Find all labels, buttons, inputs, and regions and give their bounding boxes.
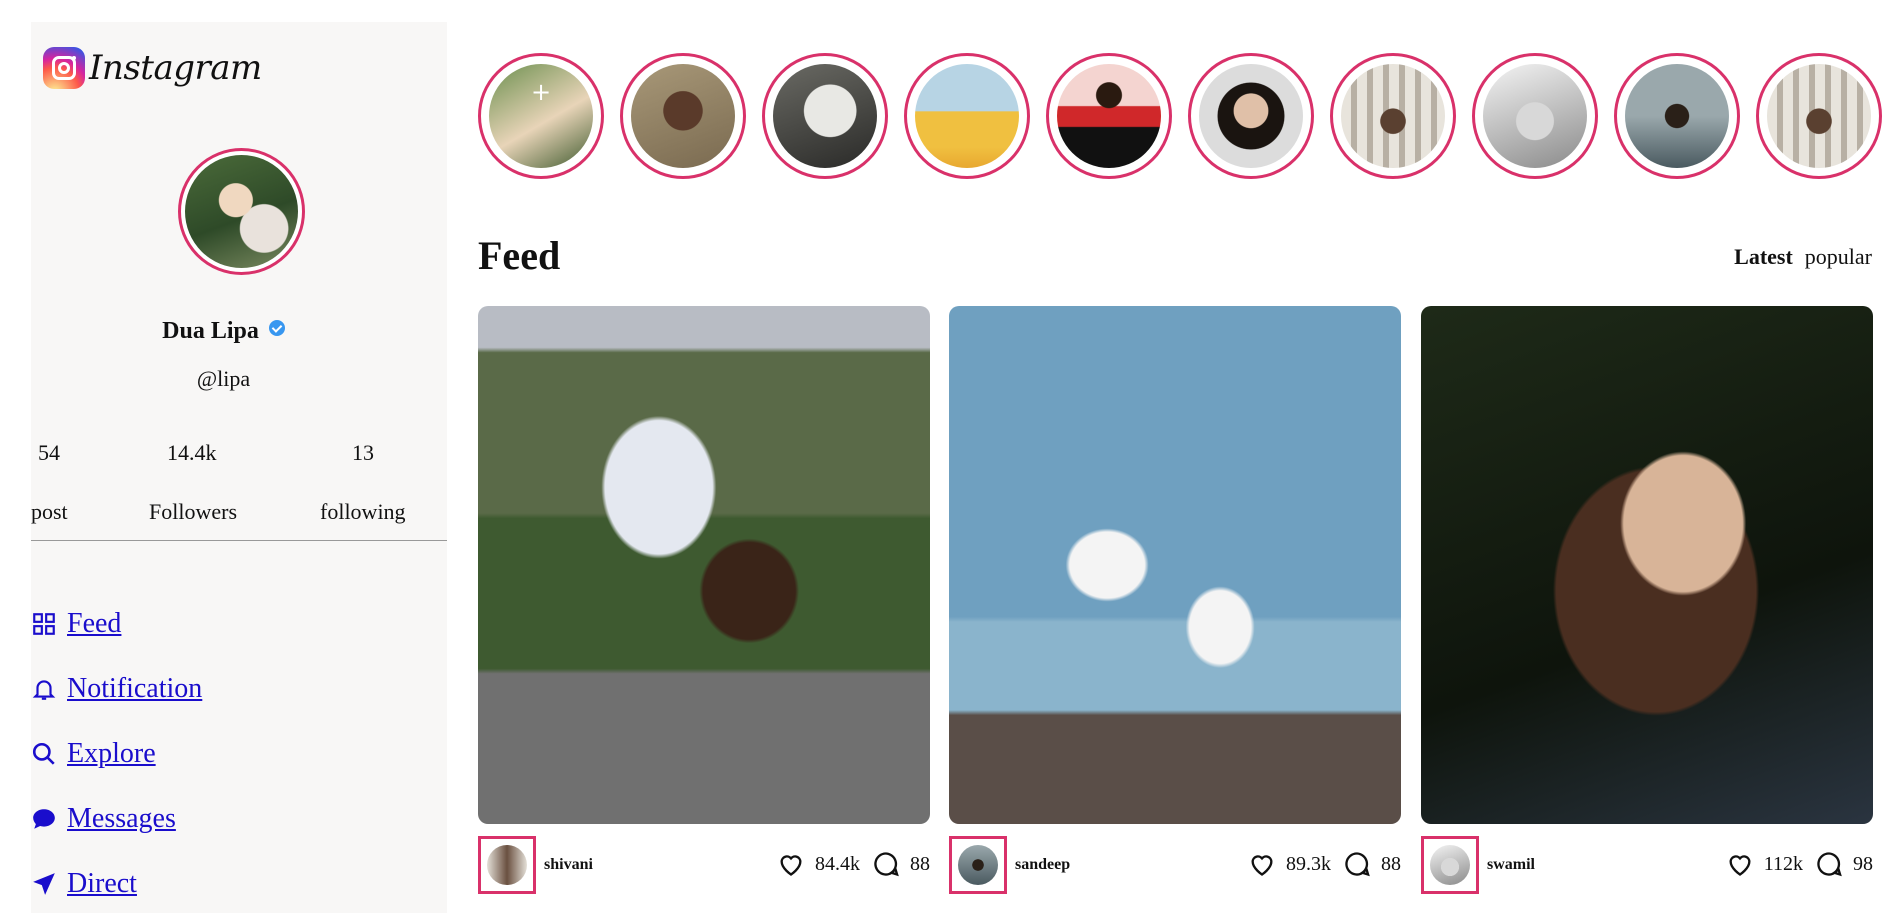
nav-label-direct: Direct (67, 867, 137, 899)
story-6[interactable] (1188, 53, 1314, 179)
nav-item-direct[interactable]: Direct (31, 851, 202, 913)
story-10[interactable] (1756, 53, 1882, 179)
comments-count: 88 (910, 852, 930, 875)
instagram-camera-icon (43, 47, 85, 89)
nav-label-explore: Explore (67, 737, 156, 769)
profile-name-text: Dua Lipa (162, 318, 259, 344)
likes-count: 89.3k (1286, 852, 1331, 875)
post-avatar[interactable] (1421, 836, 1479, 894)
nav-item-feed[interactable]: Feed (31, 591, 202, 656)
verified-badge-icon (268, 320, 285, 336)
nav-label-notification: Notification (67, 672, 203, 704)
heart-icon[interactable] (777, 850, 805, 878)
nav-item-explore[interactable]: Explore (31, 721, 202, 786)
stat-posts-label: post (31, 499, 68, 524)
story-7[interactable] (1330, 53, 1456, 179)
bell-icon (32, 679, 56, 700)
comment-icon[interactable] (1815, 850, 1843, 878)
story-4[interactable] (904, 53, 1030, 179)
story-1[interactable]: + (478, 53, 604, 179)
post-image[interactable] (1421, 306, 1873, 824)
send-icon (33, 872, 55, 895)
post-image[interactable] (478, 306, 930, 824)
feed-title: Feed (478, 233, 561, 278)
story-3[interactable] (762, 53, 888, 179)
chat-bubble-icon (33, 808, 55, 829)
post-stats: 89.3k 88 (1248, 850, 1401, 878)
stat-following-value: 13 (352, 440, 374, 465)
post-stats: 84.4k 88 (777, 850, 930, 878)
nav-label-feed: Feed (67, 607, 122, 639)
post-meta: swamil 112k 98 (1421, 830, 1873, 896)
post-image[interactable] (949, 306, 1401, 824)
sidebar: Instagram Dua Lipa @lipa 54 14.4k 13 pos… (0, 0, 447, 913)
story-2[interactable] (620, 53, 746, 179)
post-meta: sandeep 89.3k 88 (949, 830, 1401, 896)
profile-handle: @lipa (196, 366, 251, 391)
profile-avatar[interactable] (178, 148, 305, 275)
story-5[interactable] (1046, 53, 1172, 179)
stat-followers-label: Followers (149, 499, 237, 524)
post-avatar[interactable] (949, 836, 1007, 894)
comment-icon[interactable] (872, 850, 900, 878)
story-9[interactable] (1614, 53, 1740, 179)
nav-item-notification[interactable]: Notification (31, 656, 202, 721)
profile-name: Dua Lipa (0, 318, 447, 345)
post-username[interactable]: sandeep (1015, 856, 1070, 874)
nav-label-messages: Messages (67, 802, 176, 834)
heart-icon[interactable] (1248, 850, 1276, 878)
post-card: shivani 84.4k 88 (478, 306, 930, 894)
grid-icon (33, 612, 55, 635)
story-8[interactable] (1472, 53, 1598, 179)
stories-bar: + (478, 53, 1882, 179)
comments-count: 88 (1381, 852, 1401, 875)
post-stats: 112k 98 (1726, 850, 1873, 878)
post-card: sandeep 89.3k 88 (949, 306, 1401, 894)
likes-count: 84.4k (815, 852, 860, 875)
instagram-logo[interactable]: Instagram (43, 47, 262, 89)
stats-divider (31, 540, 447, 541)
post-card: swamil 112k 98 (1421, 306, 1873, 894)
post-username[interactable]: swamil (1487, 856, 1535, 874)
tab-popular[interactable]: popular (1805, 244, 1872, 270)
feed-tabs: Latest popular (1734, 244, 1872, 270)
post-avatar[interactable] (478, 836, 536, 894)
comment-icon[interactable] (1343, 850, 1371, 878)
add-story-icon[interactable]: + (531, 78, 551, 106)
heart-icon[interactable] (1726, 850, 1754, 878)
post-meta: shivani 84.4k 88 (478, 830, 930, 896)
sidebar-nav: Feed Notification Explore Messages Direc… (31, 591, 202, 913)
nav-item-messages[interactable]: Messages (31, 786, 202, 851)
search-icon (32, 742, 55, 765)
likes-count: 112k (1763, 852, 1803, 875)
tab-latest[interactable]: Latest (1734, 244, 1793, 270)
stat-followers-value: 14.4k (167, 440, 217, 465)
comments-count: 98 (1853, 852, 1873, 875)
stat-posts-value: 54 (38, 440, 60, 465)
stat-following-label: following (320, 499, 406, 524)
post-username[interactable]: shivani (544, 856, 593, 874)
logo-text: Instagram (89, 48, 262, 88)
